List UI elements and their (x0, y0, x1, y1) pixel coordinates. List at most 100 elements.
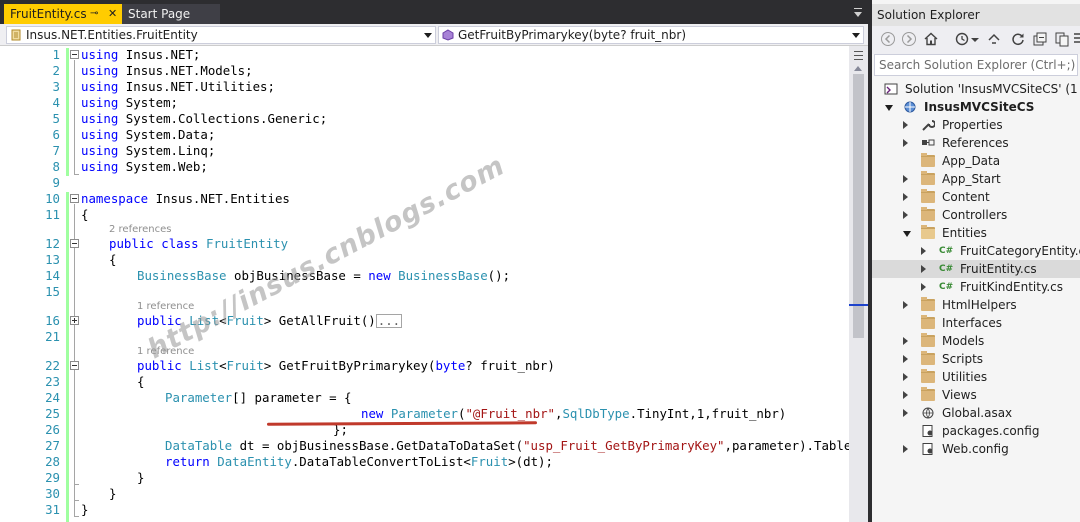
csharp-file-icon (939, 245, 953, 257)
code-line: 7 using System.Linq; (0, 143, 849, 159)
expand-arrow-icon[interactable] (903, 121, 908, 129)
csharp-file-icon (939, 281, 953, 293)
keyword-token: public (109, 236, 154, 251)
code-token: System.Collections.Generic; (118, 111, 328, 126)
codelens-references[interactable]: 1 reference (137, 345, 194, 358)
tree-item-label: Interfaces (942, 316, 1002, 330)
code-text: public List<Fruit> GetFruitByPrimarykey(… (137, 358, 555, 374)
scrollbar-thumb[interactable] (853, 74, 864, 338)
tree-item-interfaces[interactable]: Interfaces (872, 314, 1080, 332)
code-text: return DataEntity.DataTableConvertToList… (165, 454, 553, 470)
forward-icon[interactable] (901, 31, 917, 47)
keyword-token: using (81, 79, 119, 94)
folder-icon (921, 153, 935, 167)
tree-item-utilities[interactable]: Utilities (872, 368, 1080, 386)
tab-start-page[interactable]: Start Page (122, 4, 220, 24)
expand-arrow-icon[interactable] (903, 445, 908, 453)
type-token: Fruit (470, 454, 509, 469)
tree-item-entities[interactable]: Entities (872, 224, 1080, 242)
tree-item-properties[interactable]: Properties (872, 116, 1080, 134)
tab-fruitentity-cs[interactable]: FruitEntity.cs ⊸ ✕ (4, 4, 122, 24)
split-window-icon[interactable] (852, 48, 865, 62)
tree-item-fruitcategoryentity-cs[interactable]: FruitCategoryEntity.cs (872, 242, 1080, 260)
keyword-token: new (368, 268, 391, 283)
expand-arrow-icon[interactable] (903, 193, 908, 201)
properties-icon[interactable] (1073, 31, 1080, 47)
tree-item-app-data[interactable]: App_Data (872, 152, 1080, 170)
tree-item-views[interactable]: Views (872, 386, 1080, 404)
line-number: 29 (45, 470, 60, 485)
expand-arrow-icon[interactable] (903, 373, 908, 381)
sync-icon[interactable] (986, 31, 1002, 47)
line-number: 2 (52, 63, 60, 78)
folder-icon (921, 297, 935, 311)
solution-tree: Solution 'InsusMVCSiteCS' (1 project) In… (872, 76, 1080, 522)
expand-arrow-icon[interactable] (921, 265, 926, 273)
collapse-arrow-icon[interactable] (903, 231, 911, 237)
expand-arrow-icon[interactable] (903, 139, 908, 147)
solution-explorer-search-input[interactable]: Search Solution Explorer (Ctrl+;) (874, 54, 1078, 76)
tree-item-content[interactable]: Content (872, 188, 1080, 206)
tree-item-app-start[interactable]: App_Start (872, 170, 1080, 188)
folder-open-icon (921, 225, 935, 239)
config-file-icon (922, 425, 933, 437)
expand-arrow-icon[interactable] (903, 337, 908, 345)
vertical-scrollbar[interactable] (849, 46, 868, 522)
tree-item-label: Solution 'InsusMVCSiteCS' (1 project) (905, 82, 1080, 96)
code-text: namespace Insus.NET.Entities (81, 191, 290, 207)
show-all-files-icon[interactable] (1054, 31, 1070, 47)
tree-item-models[interactable]: Models (872, 332, 1080, 350)
tree-item-global-asax[interactable]: Global.asax (872, 404, 1080, 422)
code-token: > GetFruitByPrimarykey( (263, 358, 436, 373)
tree-item-packages-config[interactable]: packages.config (872, 422, 1080, 440)
collapse-arrow-icon[interactable] (885, 105, 893, 111)
expand-arrow-icon[interactable] (903, 355, 908, 363)
tree-item-fruitentity-cs[interactable]: FruitEntity.cs (872, 260, 1080, 278)
pin-icon[interactable]: ⊸ (90, 4, 98, 24)
code-token: .TinyInt,1,fruit_nbr) (629, 406, 787, 421)
type-token: DataTable (165, 438, 233, 453)
line-number: 26 (45, 422, 60, 437)
history-icon[interactable] (954, 31, 970, 47)
tree-item-solution[interactable]: Solution 'InsusMVCSiteCS' (1 project) (872, 80, 1080, 98)
web-project-icon (904, 101, 916, 113)
tree-item-fruitkindentity-cs[interactable]: FruitKindEntity.cs (872, 278, 1080, 296)
close-icon[interactable]: ✕ (108, 4, 117, 24)
code-text: new Parameter("@Fruit_nbr",SqlDbType.Tin… (361, 406, 786, 422)
expand-arrow-icon[interactable] (903, 391, 908, 399)
refresh-icon[interactable] (1010, 31, 1026, 47)
tree-item-htmlhelpers[interactable]: HtmlHelpers (872, 296, 1080, 314)
solution-icon (884, 83, 898, 95)
back-icon[interactable] (880, 31, 896, 47)
code-text: BusinessBase objBusinessBase = new Busin… (137, 268, 510, 284)
tree-item-project[interactable]: InsusMVCSiteCS (872, 98, 1080, 116)
navigation-bar: Insus.NET.Entities.FruitEntity GetFruitB… (0, 24, 868, 46)
expand-arrow-icon[interactable] (921, 283, 926, 291)
codelens-references[interactable]: 1 reference (137, 300, 194, 313)
expand-arrow-icon[interactable] (903, 409, 908, 417)
home-icon[interactable] (923, 31, 939, 47)
scroll-up-arrow-icon[interactable] (854, 66, 862, 71)
code-text: } (109, 486, 117, 501)
collapse-all-icon[interactable] (1032, 31, 1048, 47)
expand-arrow-icon[interactable] (903, 301, 908, 309)
code-token: objBusinessBase = (226, 268, 369, 283)
tree-item-references[interactable]: References (872, 134, 1080, 152)
tree-item-scripts[interactable]: Scripts (872, 350, 1080, 368)
codelens-references[interactable]: 2 references (109, 223, 172, 236)
keyword-token: new (361, 406, 384, 421)
expand-arrow-icon[interactable] (903, 175, 908, 183)
type-dropdown[interactable]: Insus.NET.Entities.FruitEntity (6, 26, 436, 44)
member-dropdown[interactable]: GetFruitByPrimarykey(byte? fruit_nbr) (438, 26, 864, 44)
dropdown-icon[interactable] (970, 31, 980, 47)
collapsed-region-box[interactable]: ... (375, 314, 403, 328)
expand-arrow-icon[interactable] (921, 247, 926, 255)
tree-item-controllers[interactable]: Controllers (872, 206, 1080, 224)
tree-item-web-config[interactable]: Web.config (872, 440, 1080, 458)
tab-overflow-dropdown-icon[interactable] (853, 8, 863, 20)
type-token: BusinessBase (398, 268, 488, 283)
code-line: 11 { (0, 207, 849, 223)
type-token: SqlDbType (562, 406, 630, 421)
code-text-area[interactable]: 1 using Insus.NET; 2 using Insus.NET.Model… (0, 46, 849, 522)
expand-arrow-icon[interactable] (903, 211, 908, 219)
